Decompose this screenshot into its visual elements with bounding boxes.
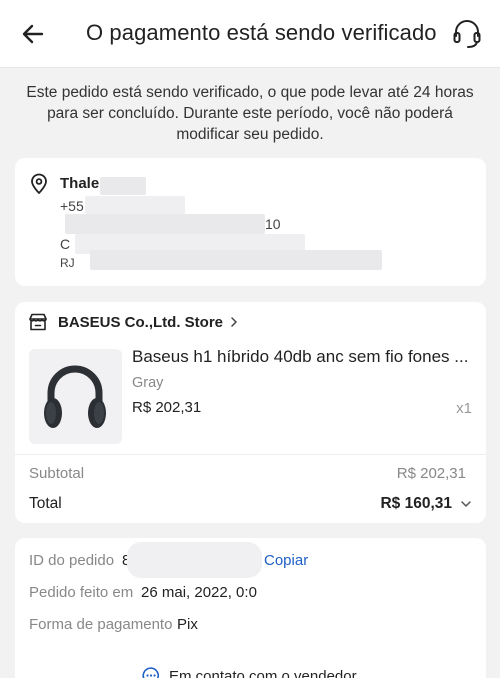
headset-icon: [453, 20, 481, 48]
placed-date-label: Pedido feito em: [29, 584, 134, 601]
payment-method-label: Forma de pagamento: [29, 616, 173, 633]
top-bar: O pagamento está sendo verificado: [0, 0, 500, 68]
recipient-name: Thale: [60, 175, 100, 192]
divider: [15, 454, 486, 455]
back-button[interactable]: [20, 20, 48, 48]
recipient-phone: +55: [60, 198, 84, 214]
order-info-card: ID do pedido 8 Copiar Pedido feito em 26…: [15, 538, 486, 678]
redaction-block: [90, 250, 382, 270]
headphones-image: [44, 365, 106, 428]
product-title[interactable]: Baseus h1 híbrido 40db anc sem fio fones…: [132, 347, 472, 367]
address-state: RJ: [60, 256, 75, 270]
product-price: R$ 202,31: [132, 399, 202, 416]
redaction-block: [85, 196, 185, 214]
location-pin-icon: [31, 173, 47, 194]
chevron-right-icon: [231, 317, 237, 327]
contact-seller-label: Em contato com o vendedor: [169, 667, 357, 678]
total-value: R$ 160,31: [380, 495, 452, 512]
copy-order-id-link[interactable]: Copiar: [264, 552, 308, 569]
address-street: 10: [265, 216, 281, 232]
payment-method-value: Pix: [177, 616, 198, 633]
contact-seller-button[interactable]: Em contato com o vendedor: [141, 666, 357, 678]
page-title: O pagamento está sendo verificado: [86, 20, 437, 45]
product-variant: Gray: [132, 375, 164, 391]
chat-bubble-icon: [142, 667, 160, 678]
product-quantity: x1: [456, 400, 472, 417]
product-image[interactable]: [29, 349, 122, 444]
placed-date-value: 26 mai, 2022, 0:0: [141, 584, 257, 601]
shipping-address-card[interactable]: Thale +55 10 C RJ: [15, 158, 486, 286]
store-name: BASEUS Co.,Ltd. Store: [58, 313, 224, 331]
order-items-card: BASEUS Co.,Ltd. Store Baseus h1 híbrido …: [15, 302, 486, 523]
redaction-block: [65, 214, 265, 234]
redaction-block: [100, 177, 146, 195]
store-icon: [29, 313, 47, 331]
store-link[interactable]: BASEUS Co.,Ltd. Store: [28, 311, 239, 333]
redaction-block: [127, 542, 262, 578]
address-city: C: [60, 236, 71, 252]
customer-support-button[interactable]: [452, 18, 482, 50]
subtotal-value: R$ 202,31: [396, 465, 466, 482]
chevron-down-icon[interactable]: [460, 498, 472, 510]
arrow-left-icon: [22, 24, 44, 44]
order-id-label: ID do pedido: [29, 552, 115, 569]
total-label: Total: [29, 495, 62, 512]
verification-notice: Este pedido está sendo verificado, o que…: [26, 84, 474, 143]
subtotal-label: Subtotal: [29, 465, 85, 482]
